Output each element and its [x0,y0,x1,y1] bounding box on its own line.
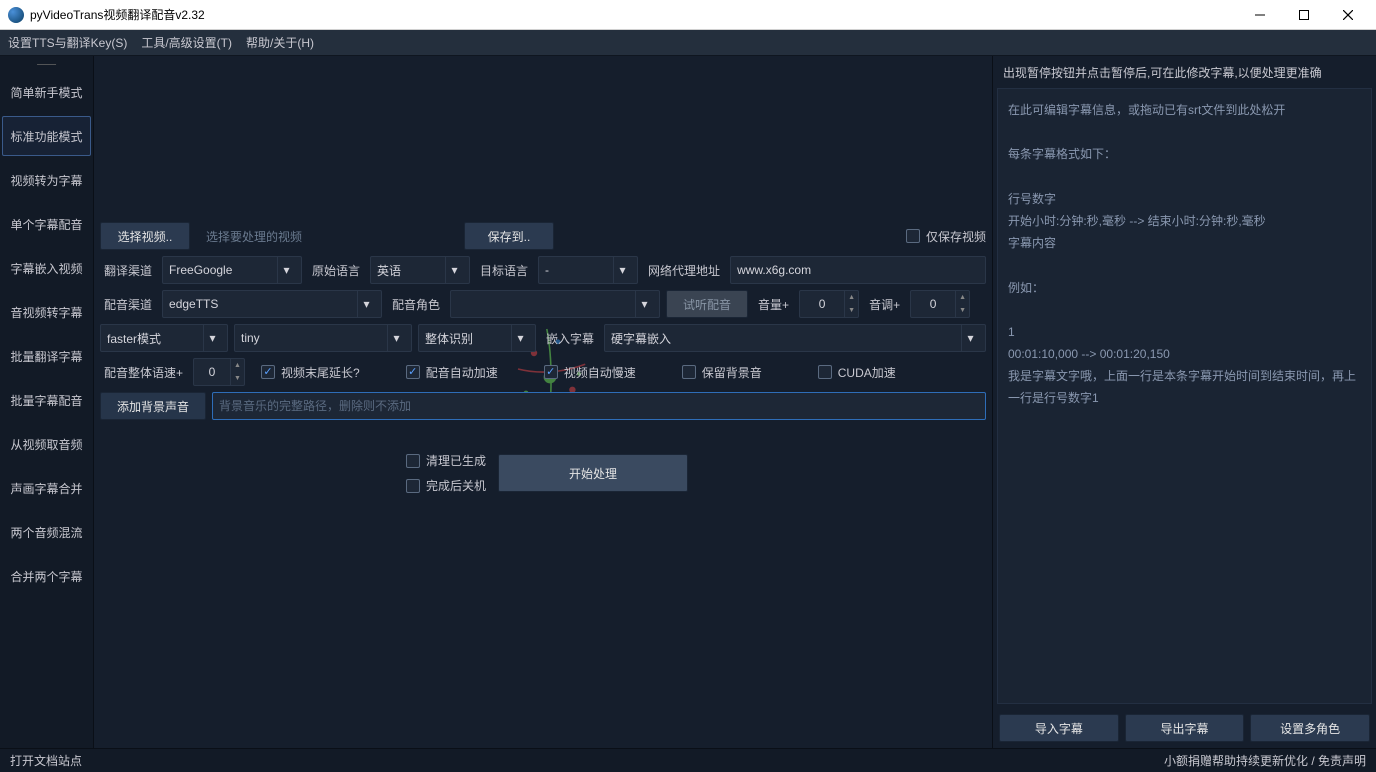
sidebar-item-standard[interactable]: 标准功能模式 [2,116,91,156]
chevron-down-icon: ▾ [445,257,463,283]
cuda-checkbox[interactable]: CUDA加速 [818,364,896,381]
shutdown-after-checkbox[interactable]: 完成后关机 [406,477,486,494]
embed-subtitle-label: 嵌入字幕 [542,330,598,347]
subtitle-panel: 出现暂停按钮并点击暂停后,可在此修改字幕,以便处理更准确 在此可编辑字幕信息，或… [992,56,1376,748]
sidebar-item-single-dub[interactable]: 单个字幕配音 [2,204,91,244]
overall-speed-label: 配音整体语速+ [100,364,187,381]
maximize-button[interactable] [1282,1,1326,29]
add-bgm-button[interactable]: 添加背景声音 [100,392,206,420]
sidebar-item-batch-dub[interactable]: 批量字幕配音 [2,380,91,420]
chevron-down-icon: ▾ [511,325,529,351]
sidebar-item-mix-audio[interactable]: 两个音频混流 [2,512,91,552]
target-lang-select[interactable]: - ▾ [538,256,638,284]
menubar: 设置TTS与翻译Key(S) 工具/高级设置(T) 帮助/关于(H) [0,30,1376,56]
chevron-down-icon: ▾ [277,257,295,283]
save-to-button[interactable]: 保存到.. [464,222,554,250]
sidebar-item-merge-subs[interactable]: 合并两个字幕 [2,556,91,596]
chevron-down-icon: ▾ [961,325,979,351]
chevron-down-icon: ▾ [357,291,375,317]
translate-channel-select[interactable]: FreeGoogle ▾ [162,256,302,284]
auto-speed-checkbox[interactable]: 配音自动加速 [406,364,498,381]
whisper-mode-select[interactable]: faster模式 ▾ [100,324,228,352]
close-button[interactable] [1326,1,1370,29]
target-lang-label: 目标语言 [476,262,532,279]
chevron-down-icon: ▾ [203,325,221,351]
source-lang-select[interactable]: 英语 ▾ [370,256,470,284]
select-video-button[interactable]: 选择视频.. [100,222,190,250]
titlebar: pyVideoTrans视频翻译配音v2.32 [0,0,1376,30]
import-subtitle-button[interactable]: 导入字幕 [999,714,1119,742]
volume-spin[interactable]: 0 ▲▼ [799,290,859,318]
chevron-down-icon: ▾ [387,325,405,351]
clean-generated-checkbox[interactable]: 清理已生成 [406,452,486,469]
window-title: pyVideoTrans视频翻译配音v2.32 [30,6,1238,23]
sidebar-item-simple[interactable]: 简单新手模式 [2,72,91,112]
menu-help[interactable]: 帮助/关于(H) [246,34,314,51]
translate-channel-label: 翻译渠道 [100,262,156,279]
sidebar-item-batch-translate[interactable]: 批量翻译字幕 [2,336,91,376]
embed-subtitle-select[interactable]: 硬字幕嵌入 ▾ [604,324,986,352]
chevron-down-icon: ▾ [635,291,653,317]
subtitle-panel-header: 出现暂停按钮并点击暂停后,可在此修改字幕,以便处理更准确 [993,56,1376,88]
recognition-mode-select[interactable]: 整体识别 ▾ [418,324,536,352]
menu-settings[interactable]: 设置TTS与翻译Key(S) [8,34,127,51]
sidebar-collapse[interactable]: ⸺ [0,56,93,70]
volume-label: 音量+ [754,296,793,313]
menu-tools[interactable]: 工具/高级设置(T) [141,34,232,51]
chevron-down-icon: ▾ [613,257,631,283]
source-lang-label: 原始语言 [308,262,364,279]
sidebar-item-extract-audio[interactable]: 从视频取音频 [2,424,91,464]
overall-speed-spin[interactable]: 0 ▲▼ [193,358,245,386]
sidebar-item-embed-sub[interactable]: 字幕嵌入视频 [2,248,91,288]
model-size-select[interactable]: tiny ▾ [234,324,412,352]
set-roles-button[interactable]: 设置多角色 [1250,714,1370,742]
pitch-spin[interactable]: 0 ▲▼ [910,290,970,318]
status-left-link[interactable]: 打开文档站点 [10,752,82,769]
select-video-hint: 选择要处理的视频 [206,228,302,245]
dub-channel-label: 配音渠道 [100,296,156,313]
proxy-input[interactable] [730,256,986,284]
dub-channel-select[interactable]: edgeTTS ▾ [162,290,382,318]
only-save-video-checkbox[interactable]: 仅保存视频 [906,228,986,245]
status-right-link[interactable]: 小额捐赠帮助持续更新优化 / 免责声明 [1164,752,1366,769]
minimize-button[interactable] [1238,1,1282,29]
start-process-button[interactable]: 开始处理 [498,454,688,492]
auto-slow-checkbox[interactable]: 视频自动慢速 [544,364,636,381]
sidebar-item-merge-avs[interactable]: 声画字幕合并 [2,468,91,508]
app-icon [8,7,24,23]
dub-role-select[interactable]: ▾ [450,290,660,318]
sidebar: ⸺ 简单新手模式 标准功能模式 视频转为字幕 单个字幕配音 字幕嵌入视频 音视频… [0,56,94,748]
tail-extend-checkbox[interactable]: 视频末尾延长? [261,364,360,381]
proxy-label: 网络代理地址 [644,262,724,279]
sidebar-item-av-to-sub[interactable]: 音视频转字幕 [2,292,91,332]
export-subtitle-button[interactable]: 导出字幕 [1125,714,1245,742]
try-listen-button[interactable]: 试听配音 [666,290,748,318]
keep-bgm-checkbox[interactable]: 保留背景音 [682,364,762,381]
pitch-label: 音调+ [865,296,904,313]
bgm-path-input[interactable] [212,392,986,420]
statusbar: 打开文档站点 小额捐赠帮助持续更新优化 / 免责声明 [0,748,1376,772]
sidebar-item-video-to-sub[interactable]: 视频转为字幕 [2,160,91,200]
subtitle-editor[interactable]: 在此可编辑字幕信息，或拖动已有srt文件到此处松开 每条字幕格式如下： 行号数字… [997,88,1372,704]
main-panel: 选择视频.. 选择要处理的视频 保存到.. 仅保存视频 翻译渠道 FreeGoo… [94,56,992,748]
dub-role-label: 配音角色 [388,296,444,313]
